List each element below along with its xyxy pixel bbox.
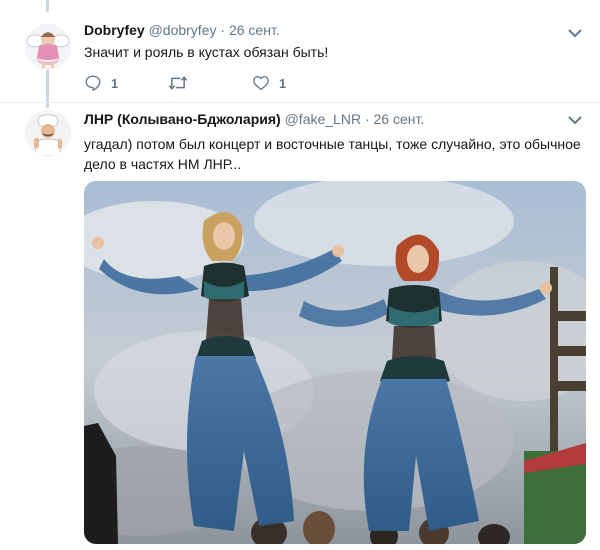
avatar[interactable] — [25, 110, 71, 156]
reply-icon — [85, 75, 101, 91]
reply-count: 1 — [111, 75, 119, 91]
chevron-down-icon — [568, 28, 582, 37]
tweet-header: Dobryfey @dobryfey · 26 сент. — [84, 22, 280, 38]
tweet-media-photo[interactable] — [84, 181, 586, 544]
tweet-menu-button[interactable] — [566, 24, 584, 42]
avatar[interactable] — [25, 24, 71, 70]
separator-dot: · — [220, 22, 226, 38]
tweet-header: ЛНР (Колывано-Бджолария) @fake_LNR · 26 … — [84, 111, 424, 127]
user-handle[interactable]: @fake_LNR — [285, 111, 361, 127]
chevron-down-icon — [568, 115, 582, 124]
display-name[interactable]: Dobryfey — [84, 22, 145, 38]
tweet-text-line-1: угадал) потом был концерт и восточные та… — [84, 136, 581, 152]
fairy-avatar-image — [25, 24, 71, 70]
separator-dot: · — [364, 111, 370, 127]
user-handle[interactable]: @dobryfey — [149, 22, 217, 38]
tweet-dobryfey[interactable]: Dobryfey @dobryfey · 26 сент. Значит и р… — [0, 0, 600, 102]
tweet-actions: 1 1 — [84, 74, 336, 92]
tweet-text: угадал) потом был концерт и восточные та… — [84, 134, 589, 174]
tweet-menu-button[interactable] — [566, 111, 584, 129]
retweet-icon — [168, 76, 188, 90]
tweet-date[interactable]: 26 сент. — [229, 22, 280, 38]
heart-icon — [253, 75, 269, 91]
display-name[interactable]: ЛНР (Колывано-Бджолария) — [84, 111, 281, 127]
dancers-photo — [84, 181, 586, 544]
tweet-date[interactable]: 26 сент. — [374, 111, 425, 127]
tweet-text-line-2: дело в частях НМ ЛНР... — [84, 156, 242, 172]
retweet-button[interactable] — [168, 74, 252, 92]
reply-button[interactable]: 1 — [84, 74, 168, 92]
cook-avatar-image — [25, 110, 71, 156]
like-button[interactable]: 1 — [252, 74, 336, 92]
tweet-text: Значит и рояль в кустах обязан быть! — [84, 44, 329, 60]
like-count: 1 — [279, 75, 287, 91]
